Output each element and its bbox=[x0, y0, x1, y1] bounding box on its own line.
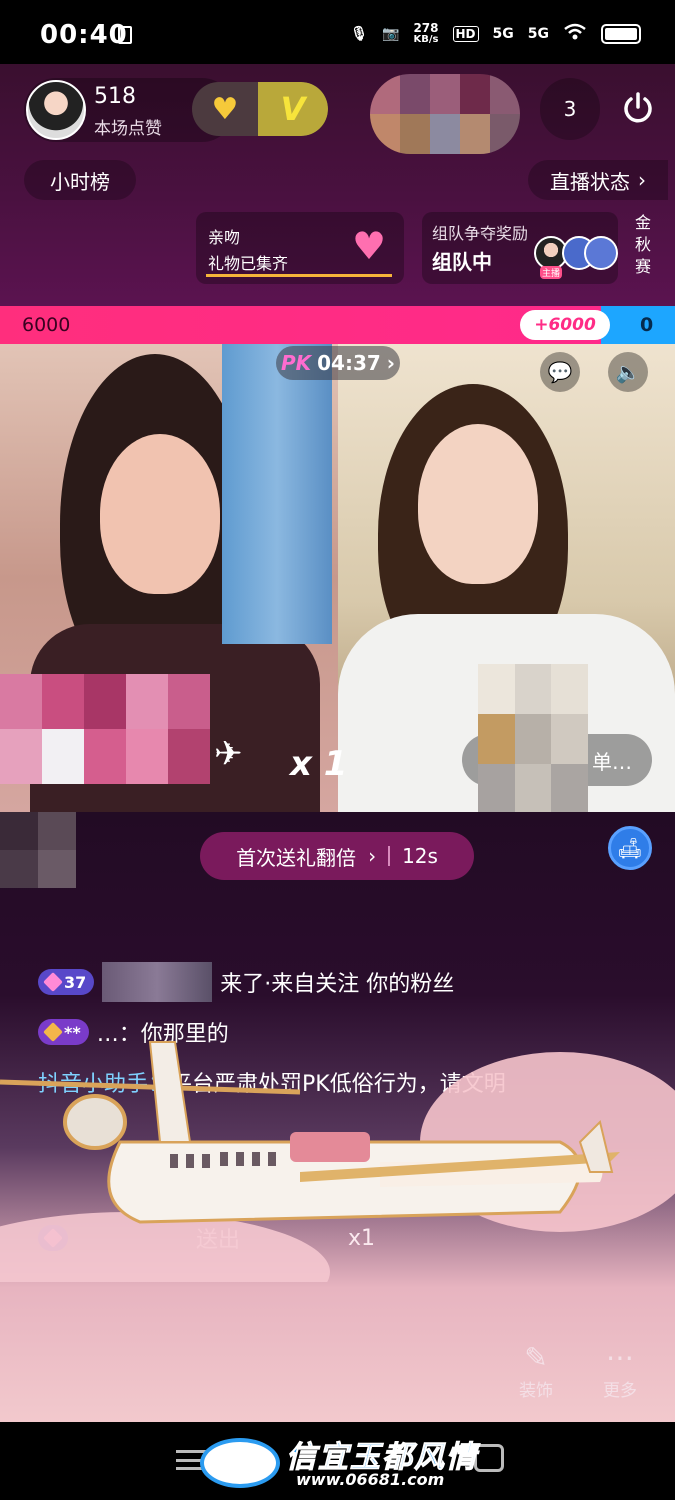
wifi-icon bbox=[563, 23, 587, 45]
fan-badges[interactable]: ♥ V bbox=[192, 82, 328, 136]
camera-icon: 📷 bbox=[382, 26, 400, 42]
pixelated-username bbox=[102, 962, 213, 1002]
brush-icon: ✎ bbox=[524, 1341, 548, 1374]
speaker-icon[interactable]: 🔈 bbox=[608, 352, 648, 392]
hd-icon: HD bbox=[452, 26, 479, 42]
host-likes-label: 本场点赞 bbox=[94, 119, 162, 139]
net-speed: 278 KB/s bbox=[413, 21, 439, 45]
more-button[interactable]: ⋯ 更多 bbox=[590, 1340, 650, 1401]
pk-timer-value: 04:37 bbox=[317, 351, 381, 375]
watermark-url: www.06681.com bbox=[296, 1470, 445, 1489]
host-tag: 主播 bbox=[540, 266, 563, 279]
pk-logo: PK bbox=[280, 351, 312, 375]
teammate-icon-2 bbox=[584, 236, 618, 270]
system-nav-bar: 信宜玉都风情 www.06681.com bbox=[0, 1422, 675, 1500]
double-gift-button[interactable]: 首次送礼翻倍 › 12s bbox=[200, 832, 474, 880]
status-icons: 🎙 📷 278 KB/s HD 5G 5G bbox=[350, 22, 641, 46]
signal-5g-1: 5G bbox=[492, 26, 514, 42]
ranking-pill-label: 单… bbox=[592, 749, 632, 774]
chat-bubble-icon[interactable]: 💬 bbox=[540, 352, 580, 392]
heart-icon[interactable]: ♥ bbox=[192, 82, 258, 136]
decor-label: 装饰 bbox=[519, 1381, 553, 1401]
power-icon[interactable] bbox=[612, 82, 664, 134]
chat-message[interactable]: 37 来了·来自关注 你的粉丝 bbox=[38, 962, 454, 1002]
kiss-heart-icon: ♥ bbox=[352, 224, 387, 268]
team-card-status: 组队中 bbox=[432, 250, 492, 274]
pixelated-overlay-right bbox=[478, 664, 588, 814]
avatar[interactable] bbox=[26, 80, 86, 140]
chevron-right-icon: › bbox=[368, 844, 377, 868]
double-gift-countdown: 12s bbox=[402, 844, 438, 868]
team-reward-card[interactable]: 组队争夺奖励 组队中 主播 bbox=[422, 212, 618, 284]
pk-right-bar bbox=[601, 306, 675, 344]
kiss-gift-card[interactable]: 亲吻 礼物已集齐 ♥ bbox=[196, 212, 404, 284]
kiss-card-subtitle: 礼物已集齐 bbox=[208, 254, 289, 273]
gem-icon bbox=[43, 972, 63, 992]
sofa-icon[interactable]: 🛋 bbox=[608, 826, 652, 870]
chat-area: 首次送礼翻倍 › 12s 🛋 37 来了·来自关注 你的粉丝 ** …：你那里的… bbox=[0, 812, 675, 1422]
live-status-button[interactable]: 直播状态 › bbox=[528, 160, 668, 200]
pixelated-audience bbox=[370, 74, 520, 154]
status-time: 00:40 bbox=[40, 20, 128, 50]
hour-rank-button[interactable]: 小时榜 bbox=[24, 160, 136, 200]
live-status-label: 直播状态 bbox=[550, 169, 630, 194]
user-level-badge: 37 bbox=[38, 969, 95, 995]
host-likes: 518 bbox=[94, 84, 136, 109]
bottom-toolbar: ✎ 装饰 ⋯ 更多 bbox=[0, 1330, 675, 1422]
decor-button[interactable]: ✎ 装饰 bbox=[506, 1340, 566, 1401]
chat-text: 来了·来自关注 你的粉丝 bbox=[220, 972, 455, 997]
more-dots-icon: ⋯ bbox=[606, 1341, 634, 1374]
gift-airplane-icon: ✈ bbox=[214, 734, 243, 774]
sim-icon bbox=[118, 26, 132, 44]
site-watermark: 信宜玉都风情 www.06681.com bbox=[200, 1432, 490, 1492]
pk-timer[interactable]: PK 04:37 › bbox=[276, 346, 400, 380]
kiss-card-progress bbox=[206, 274, 392, 277]
curtain bbox=[222, 344, 332, 644]
watermark-logo bbox=[200, 1438, 280, 1488]
divider bbox=[388, 846, 391, 866]
pixelated-overlay-left bbox=[0, 674, 210, 784]
status-bar: 00:40 🎙 📷 278 KB/s HD 5G 5G bbox=[0, 0, 675, 64]
live-header: 518 本场点赞 ♥ V 3 小时榜 直播状态 › 亲吻 礼物已集齐 ♥ 组队争… bbox=[0, 64, 675, 306]
pk-video-area: PK 04:37 › 💬 🔈 ✈ x 1 单… bbox=[0, 344, 675, 814]
kiss-card-title: 亲吻 bbox=[208, 228, 241, 247]
double-gift-label: 首次送礼翻倍 bbox=[236, 845, 357, 870]
mic-icon: 🎙 bbox=[350, 26, 369, 42]
gold-event-label[interactable]: 金秋赛 bbox=[628, 212, 658, 278]
chevron-right-icon: › bbox=[638, 168, 646, 192]
right-face bbox=[418, 424, 538, 584]
left-face bbox=[100, 434, 220, 594]
battery-icon bbox=[601, 24, 641, 44]
airplane-gift-effect bbox=[0, 1041, 675, 1282]
pk-left-bar bbox=[0, 306, 601, 344]
pk-score-bar: 6000 +6000 0 bbox=[0, 306, 675, 344]
signal-5g-2: 5G bbox=[527, 26, 549, 42]
chevron-right-icon: › bbox=[386, 351, 396, 375]
pk-right-score: 0 bbox=[640, 314, 654, 336]
pk-bonus-badge: +6000 bbox=[520, 310, 610, 340]
team-card-title: 组队争夺奖励 bbox=[432, 224, 529, 243]
viewer-count[interactable]: 3 bbox=[540, 78, 600, 140]
v-icon[interactable]: V bbox=[258, 82, 328, 136]
pk-left-score: 6000 bbox=[22, 314, 71, 336]
more-label: 更多 bbox=[603, 1381, 637, 1401]
pixelated-overlay-avatar bbox=[0, 812, 76, 888]
gift-multiplier: x 1 bbox=[290, 744, 348, 784]
